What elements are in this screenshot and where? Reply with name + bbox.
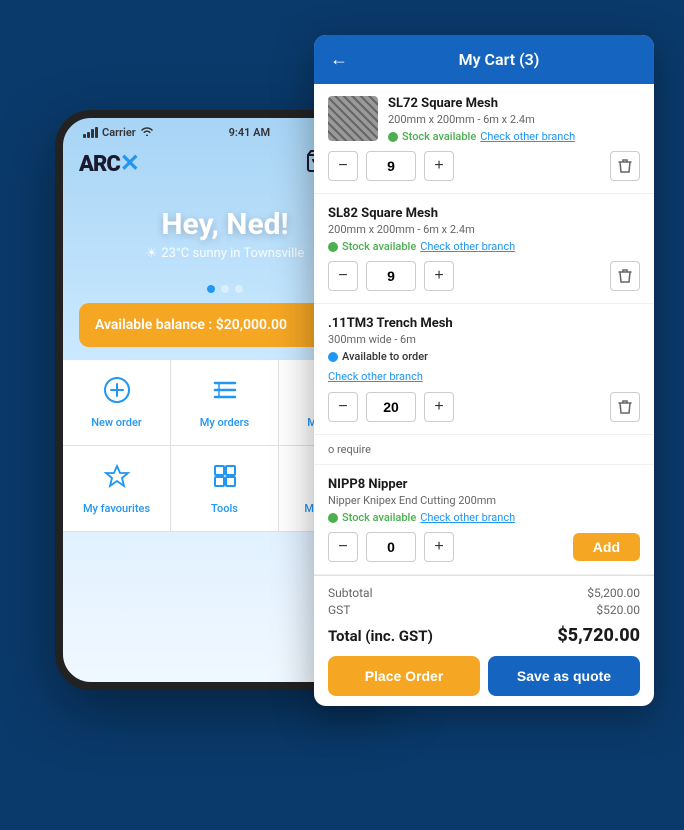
qty-increase-sl72[interactable]: + bbox=[424, 151, 454, 181]
add-button-nipp8[interactable]: Add bbox=[573, 533, 640, 561]
qty-decrease-nipp8[interactable]: − bbox=[328, 532, 358, 562]
item-name-nipp8: NIPP8 Nipper bbox=[328, 477, 640, 492]
stock-dot-nipp8 bbox=[328, 513, 338, 523]
qty-control-sl72: − + bbox=[328, 151, 640, 181]
cart-item-sl72: SL72 Square Mesh 200mm x 200mm - 6m x 2.… bbox=[314, 84, 654, 194]
check-branch-trench[interactable]: Check other branch bbox=[328, 370, 423, 383]
sun-icon: ☀ bbox=[146, 246, 158, 261]
cart-actions: Place Order Save as quote bbox=[328, 656, 640, 696]
save-quote-button[interactable]: Save as quote bbox=[488, 656, 640, 696]
delete-item-sl72[interactable] bbox=[610, 151, 640, 181]
cart-items-list: SL72 Square Mesh 200mm x 200mm - 6m x 2.… bbox=[314, 84, 654, 575]
qty-decrease-trench[interactable]: − bbox=[328, 392, 358, 422]
cart-back-button[interactable]: ← bbox=[330, 49, 348, 70]
check-branch-sl82[interactable]: Check other branch bbox=[420, 240, 515, 253]
cart-title: My Cart (3) bbox=[360, 50, 638, 69]
grid-item-new-order[interactable]: New order bbox=[63, 360, 171, 446]
place-order-button[interactable]: Place Order bbox=[328, 656, 480, 696]
wifi-icon bbox=[140, 126, 154, 139]
cart-item-top-sl72: SL72 Square Mesh 200mm x 200mm - 6m x 2.… bbox=[328, 96, 640, 143]
stock-dot-sl82 bbox=[328, 242, 338, 252]
check-branch-nipp8[interactable]: Check other branch bbox=[420, 511, 515, 524]
item-info-sl72: SL72 Square Mesh 200mm x 200mm - 6m x 2.… bbox=[388, 96, 640, 143]
qty-decrease-sl82[interactable]: − bbox=[328, 261, 358, 291]
stock-status-nipp8: Stock available bbox=[342, 511, 416, 524]
grid-icon bbox=[211, 462, 239, 496]
qty-input-sl82[interactable] bbox=[366, 261, 416, 291]
signal-bars bbox=[83, 127, 98, 138]
stock-dot-sl72 bbox=[388, 132, 398, 142]
time-display: 9:41 AM bbox=[229, 126, 271, 139]
stock-status-trench: Available to order bbox=[342, 350, 428, 363]
cart-panel: ← My Cart (3) SL72 Square Mesh 200mm x 2… bbox=[314, 35, 654, 706]
balance-label: Available balance : $20,000.00 bbox=[95, 317, 287, 333]
cart-item-top-sl82: SL82 Square Mesh 200mm x 200mm - 6m x 2.… bbox=[328, 206, 640, 253]
grid-label-my-orders: My orders bbox=[200, 416, 249, 429]
grid-label-tools: Tools bbox=[211, 502, 238, 515]
qty-decrease-sl72[interactable]: − bbox=[328, 151, 358, 181]
item-thumbnail-sl72 bbox=[328, 96, 378, 141]
gst-value: $520.00 bbox=[596, 603, 640, 617]
dot-2[interactable] bbox=[221, 285, 229, 293]
cart-item-top-nipp8: NIPP8 Nipper Nipper Knipex End Cutting 2… bbox=[328, 477, 640, 524]
subtotal-value: $5,200.00 bbox=[587, 586, 640, 600]
dot-1[interactable] bbox=[207, 285, 215, 293]
item-desc-trench: 300mm wide - 6m bbox=[328, 333, 640, 346]
gst-row: GST $520.00 bbox=[328, 603, 640, 617]
qty-increase-trench[interactable]: + bbox=[424, 392, 454, 422]
qty-control-trench: − + bbox=[328, 392, 640, 422]
delete-item-trench[interactable] bbox=[610, 392, 640, 422]
cart-header: ← My Cart (3) bbox=[314, 35, 654, 84]
item-desc-nipp8: Nipper Knipex End Cutting 200mm bbox=[328, 494, 640, 507]
subtotal-row: Subtotal $5,200.00 bbox=[328, 586, 640, 600]
gst-label: GST bbox=[328, 603, 350, 617]
stock-status-sl72: Stock available bbox=[402, 130, 476, 143]
qty-control-sl82: − + bbox=[328, 261, 640, 291]
qty-input-trench[interactable] bbox=[366, 392, 416, 422]
item-stock-sl82: Stock available Check other branch bbox=[328, 240, 640, 253]
app-logo: ARC✕ bbox=[79, 149, 139, 177]
item-name-sl82: SL82 Square Mesh bbox=[328, 206, 640, 221]
total-row: Total (inc. GST) $5,720.00 bbox=[328, 625, 640, 646]
item-name-trench: .11TM3 Trench Mesh bbox=[328, 316, 640, 331]
item-stock-sl72: Stock available Check other branch bbox=[388, 130, 640, 143]
grid-item-my-orders[interactable]: My orders bbox=[171, 360, 279, 446]
total-amount: $5,720.00 bbox=[557, 625, 640, 646]
check-branch-sl72[interactable]: Check other branch bbox=[480, 130, 575, 143]
list-icon bbox=[211, 376, 239, 410]
dot-3[interactable] bbox=[235, 285, 243, 293]
subtotal-label: Subtotal bbox=[328, 586, 373, 600]
qty-increase-sl82[interactable]: + bbox=[424, 261, 454, 291]
stock-dot-trench bbox=[328, 352, 338, 362]
grid-label-new-order: New order bbox=[91, 416, 142, 429]
delete-item-sl82[interactable] bbox=[610, 261, 640, 291]
item-info-trench: .11TM3 Trench Mesh 300mm wide - 6m Avail… bbox=[328, 316, 640, 384]
item-stock-nipp8: Stock available Check other branch bbox=[328, 511, 640, 524]
qty-control-nipp8: − + Add bbox=[328, 532, 640, 562]
cart-footer: Subtotal $5,200.00 GST $520.00 Total (in… bbox=[314, 575, 654, 706]
qty-increase-nipp8[interactable]: + bbox=[424, 532, 454, 562]
cart-item-trench: .11TM3 Trench Mesh 300mm wide - 6m Avail… bbox=[314, 304, 654, 435]
item-desc-sl82: 200mm x 200mm - 6m x 2.4m bbox=[328, 223, 640, 236]
grid-label-my-favourites: My favourites bbox=[83, 502, 150, 515]
cart-item-sl82: SL82 Square Mesh 200mm x 200mm - 6m x 2.… bbox=[314, 194, 654, 304]
item-stock-trench: Available to order bbox=[328, 350, 640, 363]
require-note: o require bbox=[314, 435, 654, 465]
item-desc-sl72: 200mm x 200mm - 6m x 2.4m bbox=[388, 113, 640, 126]
carrier-label: Carrier bbox=[83, 126, 154, 139]
item-info-sl82: SL82 Square Mesh 200mm x 200mm - 6m x 2.… bbox=[328, 206, 640, 253]
qty-input-sl72[interactable] bbox=[366, 151, 416, 181]
plus-circle-icon bbox=[103, 376, 131, 410]
total-label: Total (inc. GST) bbox=[328, 627, 433, 645]
qty-input-nipp8[interactable] bbox=[366, 532, 416, 562]
grid-item-my-favourites[interactable]: My favourites bbox=[63, 446, 171, 532]
item-name-sl72: SL72 Square Mesh bbox=[388, 96, 640, 111]
stock-status-sl82: Stock available bbox=[342, 240, 416, 253]
grid-item-tools[interactable]: Tools bbox=[171, 446, 279, 532]
logo-x: ✕ bbox=[120, 149, 139, 177]
item-info-nipp8: NIPP8 Nipper Nipper Knipex End Cutting 2… bbox=[328, 477, 640, 524]
cart-item-nipp8: NIPP8 Nipper Nipper Knipex End Cutting 2… bbox=[314, 465, 654, 575]
star-icon bbox=[103, 462, 131, 496]
cart-item-top-trench: .11TM3 Trench Mesh 300mm wide - 6m Avail… bbox=[328, 316, 640, 384]
